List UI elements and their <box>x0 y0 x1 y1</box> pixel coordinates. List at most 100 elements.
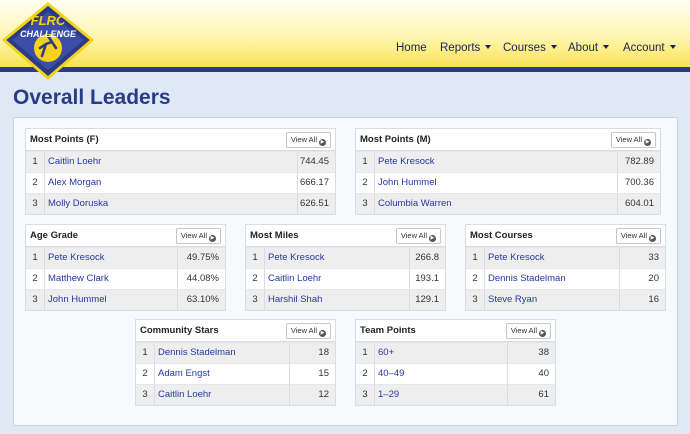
name-link[interactable]: Columbia Warren <box>378 194 452 214</box>
rank-cell: 2 <box>356 364 375 384</box>
chevron-down-icon <box>669 45 676 49</box>
table-row: 2 Caitlin Loehr 193.1 <box>246 268 445 289</box>
name-link[interactable]: Steve Ryan <box>488 290 537 310</box>
chevron-down-icon <box>550 45 557 49</box>
view-all-button[interactable]: View All ▶ <box>175 228 221 244</box>
chevron-right-circle-icon: ▶ <box>319 330 326 337</box>
value-cell: 626.51 <box>297 194 335 214</box>
rank-cell: 2 <box>246 269 265 289</box>
rank-cell: 3 <box>26 194 45 214</box>
rank-cell: 1 <box>466 248 485 268</box>
rank-cell: 1 <box>356 343 375 363</box>
view-all-button[interactable]: View All ▶ <box>610 132 656 148</box>
rank-cell: 2 <box>136 364 155 384</box>
view-all-label: View All <box>400 231 427 240</box>
rank-cell: 3 <box>136 385 155 405</box>
table-row: 3 Harshil Shah 129.1 <box>246 289 445 310</box>
name-link[interactable]: Alex Morgan <box>48 173 101 193</box>
value-cell: 61 <box>507 385 555 405</box>
view-all-label: View All <box>510 326 537 335</box>
card-title: Community Stars <box>140 325 219 336</box>
svg-text:FLRC: FLRC <box>31 13 66 28</box>
card-title: Team Points <box>360 325 416 336</box>
flrc-challenge-logo[interactable]: FLRC CHALLENGE <box>2 2 94 80</box>
table-row: 2 Alex Morgan 666.17 <box>26 172 335 193</box>
nav-home[interactable]: Home <box>396 42 427 54</box>
rank-cell: 1 <box>136 343 155 363</box>
view-all-label: View All <box>290 326 317 335</box>
nav-reports-label: Reports <box>440 42 481 54</box>
table-row: 1 Dennis Stadelman 18 <box>136 342 335 363</box>
chevron-down-icon <box>485 45 492 49</box>
value-cell: 44.08% <box>177 269 225 289</box>
table-row: 2 40–49 40 <box>356 363 555 384</box>
table-row: 3 Columbia Warren 604.01 <box>356 193 660 214</box>
view-all-label: View All <box>180 231 207 240</box>
card-header: Most Points (M) View All ▶ <box>356 129 660 151</box>
name-link[interactable]: Pete Kresock <box>48 248 105 268</box>
svg-text:CHALLENGE: CHALLENGE <box>20 29 77 39</box>
name-link[interactable]: Molly Doruska <box>48 194 108 214</box>
name-link[interactable]: Matthew Clark <box>48 269 109 289</box>
nav-courses[interactable]: Courses <box>503 42 557 54</box>
name-link[interactable]: Pete Kresock <box>268 248 325 268</box>
table-row: 3 Molly Doruska 626.51 <box>26 193 335 214</box>
chevron-right-circle-icon: ▶ <box>209 235 216 242</box>
nav-reports[interactable]: Reports <box>440 42 492 54</box>
table-row: 1 Caitlin Loehr 744.45 <box>26 151 335 172</box>
chevron-right-circle-icon: ▶ <box>649 235 656 242</box>
name-link[interactable]: 1–29 <box>378 385 399 405</box>
value-cell: 744.45 <box>297 152 335 172</box>
view-all-button[interactable]: View All ▶ <box>285 132 331 148</box>
name-link[interactable]: 60+ <box>378 343 394 363</box>
name-link[interactable]: Pete Kresock <box>378 152 435 172</box>
card-header: Age Grade View All ▶ <box>26 225 225 247</box>
view-all-button[interactable]: View All ▶ <box>395 228 441 244</box>
rank-cell: 2 <box>26 269 45 289</box>
rank-cell: 2 <box>356 173 375 193</box>
card-header: Community Stars View All ▶ <box>136 320 335 342</box>
table-row: 2 John Hummel 700.36 <box>356 172 660 193</box>
nav-account[interactable]: Account <box>623 42 676 54</box>
table-row: 1 60+ 38 <box>356 342 555 363</box>
value-cell: 20 <box>619 269 665 289</box>
name-link[interactable]: Harshil Shah <box>268 290 322 310</box>
name-link[interactable]: Pete Kresock <box>488 248 545 268</box>
table-row: 3 John Hummel 63.10% <box>26 289 225 310</box>
value-cell: 666.17 <box>297 173 335 193</box>
name-link[interactable]: Adam Engst <box>158 364 210 384</box>
name-link[interactable]: 40–49 <box>378 364 404 384</box>
value-cell: 266.8 <box>409 248 445 268</box>
table-row: 3 Steve Ryan 16 <box>466 289 665 310</box>
name-link[interactable]: Caitlin Loehr <box>268 269 321 289</box>
name-link[interactable]: Caitlin Loehr <box>158 385 211 405</box>
rank-cell: 3 <box>356 194 375 214</box>
name-link[interactable]: John Hummel <box>48 290 107 310</box>
leaderboard-card: Most Courses View All ▶ 1 Pete Kresock 33 2 Den… <box>465 224 666 311</box>
value-cell: 604.01 <box>617 194 660 214</box>
nav-about[interactable]: About <box>568 42 610 54</box>
value-cell: 33 <box>619 248 665 268</box>
name-link[interactable]: John Hummel <box>378 173 437 193</box>
table-row: 1 Pete Kresock 49.75% <box>26 247 225 268</box>
rank-cell: 1 <box>26 248 45 268</box>
value-cell: 49.75% <box>177 248 225 268</box>
chevron-right-circle-icon: ▶ <box>539 330 546 337</box>
card-title: Most Points (M) <box>360 134 431 145</box>
view-all-button[interactable]: View All ▶ <box>285 323 331 339</box>
name-link[interactable]: Caitlin Loehr <box>48 152 101 172</box>
leaderboard-card: Community Stars View All ▶ 1 Dennis Stadelma… <box>135 319 336 406</box>
name-link[interactable]: Dennis Stadelman <box>488 269 566 289</box>
view-all-label: View All <box>615 135 642 144</box>
rank-cell: 3 <box>26 290 45 310</box>
value-cell: 782.89 <box>617 152 660 172</box>
view-all-button[interactable]: View All ▶ <box>615 228 661 244</box>
view-all-label: View All <box>290 135 317 144</box>
name-link[interactable]: Dennis Stadelman <box>158 343 236 363</box>
site-header: FLRC CHALLENGE Home Reports Courses Abou… <box>0 0 690 80</box>
view-all-button[interactable]: View All ▶ <box>505 323 551 339</box>
nav-courses-label: Courses <box>503 42 546 54</box>
leaderboard-card: Most Miles View All ▶ 1 Pete Kresock 266.8 2 Ca… <box>245 224 446 311</box>
rank-cell: 3 <box>466 290 485 310</box>
chevron-right-circle-icon: ▶ <box>644 139 651 146</box>
